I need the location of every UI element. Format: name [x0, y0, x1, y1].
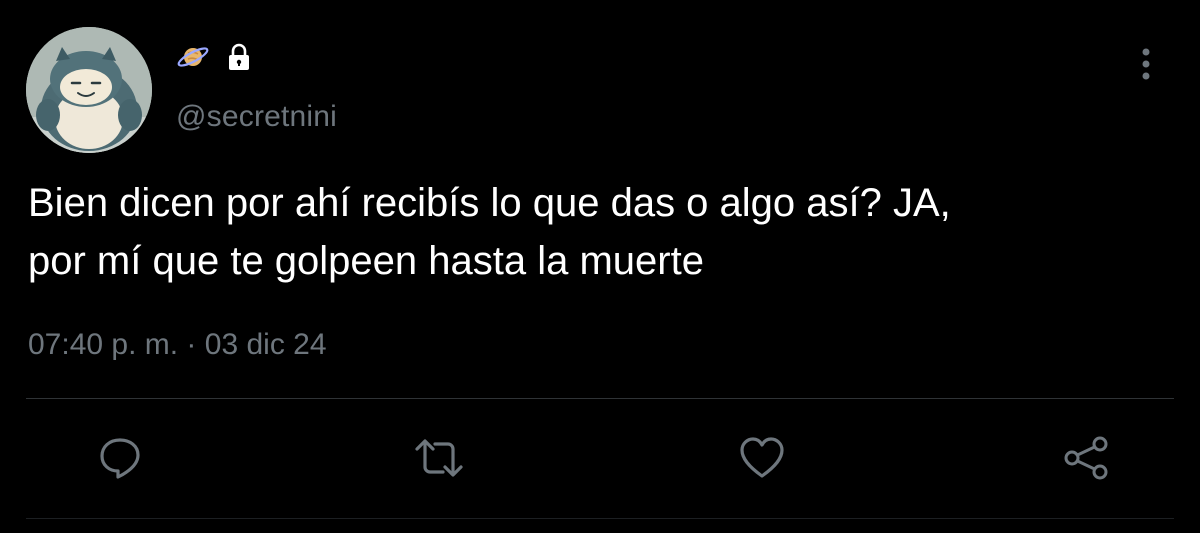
display-name[interactable]: [176, 40, 256, 74]
divider: [26, 398, 1174, 399]
tweet-timestamp[interactable]: 07:40 p. m. · 03 dic 24: [28, 328, 327, 362]
share-icon: [1064, 436, 1108, 480]
reply-icon: [100, 438, 140, 479]
planet-emoji-icon: [176, 40, 210, 74]
tweet-time: 07:40 p. m.: [28, 328, 179, 361]
tweet-text: Bien dicen por ahí recibís lo que das o …: [28, 181, 951, 283]
like-icon: [740, 437, 784, 478]
tweet-date: 03 dic 24: [204, 328, 327, 361]
more-vertical-icon: [1142, 48, 1150, 80]
share-button[interactable]: [1060, 432, 1112, 484]
reply-button[interactable]: [94, 432, 146, 484]
lock-icon: [222, 40, 256, 74]
snorlax-plush-image: [26, 27, 152, 153]
retweet-button[interactable]: [413, 432, 465, 484]
like-button[interactable]: [736, 432, 788, 484]
retweet-icon: [415, 439, 463, 477]
timestamp-separator: ·: [178, 328, 205, 361]
user-handle[interactable]: @secretnini: [176, 100, 337, 134]
bottom-divider: [26, 518, 1174, 519]
avatar[interactable]: [26, 27, 152, 153]
tweet: @secretnini Bien dicen por ahí recibís l…: [0, 0, 1200, 533]
more-options-button[interactable]: [1130, 44, 1162, 84]
